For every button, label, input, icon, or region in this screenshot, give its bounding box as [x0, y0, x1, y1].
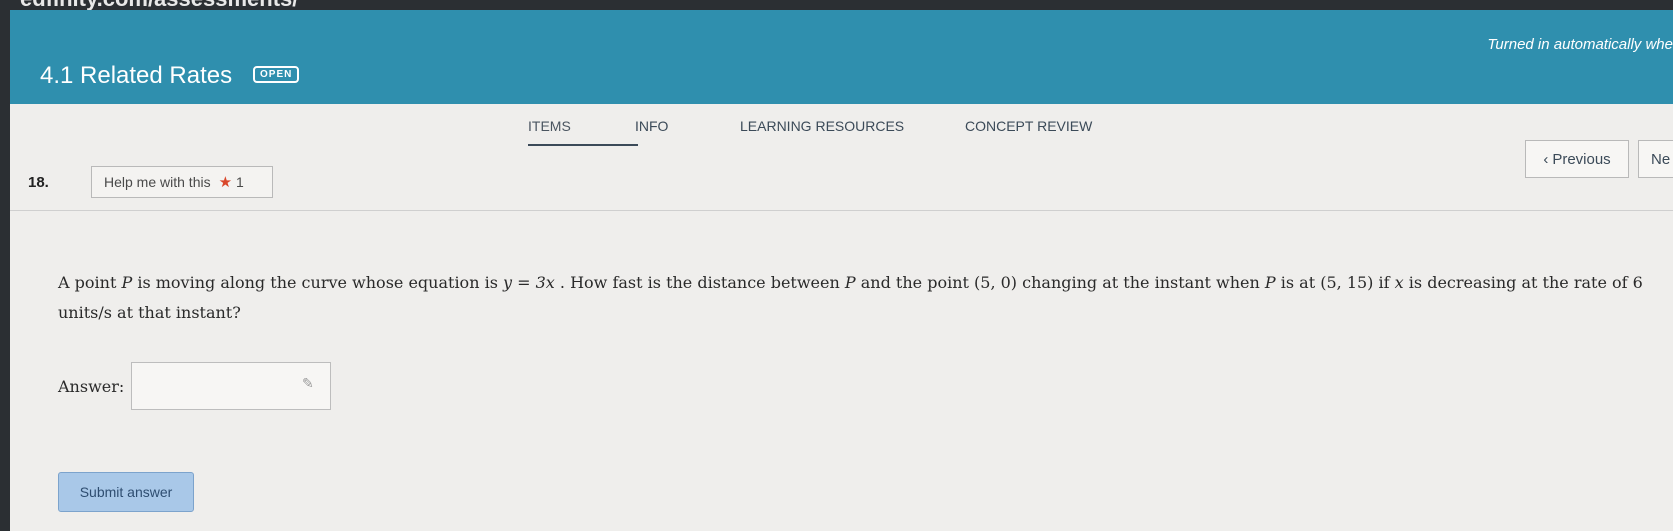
item-number: 18. [28, 174, 49, 191]
math-number: 6 [1632, 273, 1643, 292]
help-button-label: Help me with this [104, 174, 211, 190]
chevron-left-icon: ‹ [1543, 150, 1549, 168]
answer-input[interactable] [131, 362, 331, 410]
pencil-icon[interactable]: ✎ [302, 376, 1651, 392]
previous-label: Previous [1552, 150, 1611, 168]
math-var: P [844, 273, 856, 292]
tab-learning-resources[interactable]: LEARNING RESOURCES [740, 118, 904, 134]
page: 4.1 Related Rates OPEN Turned in automat… [10, 10, 1673, 531]
question-segment: A point [58, 273, 117, 292]
active-tab-indicator [528, 144, 638, 146]
status-badge: OPEN [253, 66, 300, 83]
math-point: (5, 15) [1320, 273, 1374, 292]
question-segment: units/s at that instant? [58, 303, 241, 322]
question-segment: . How fast is the distance between [559, 273, 840, 292]
math-var: P [1264, 273, 1276, 292]
question-segment: is moving along the curve whose equation… [137, 273, 498, 292]
math-var: x [1394, 273, 1404, 292]
next-label: Ne [1651, 150, 1671, 168]
browser-url-bar[interactable]: edfinity.com/assessments/ [0, 0, 1673, 10]
question-segment: is at [1280, 273, 1316, 292]
assignment-header: 4.1 Related Rates OPEN Turned in automat… [10, 10, 1673, 104]
tab-concept-review[interactable]: CONCEPT REVIEW [965, 118, 1092, 134]
previous-button[interactable]: ‹ Previous [1525, 140, 1629, 178]
tab-items[interactable]: ITEMS [528, 118, 571, 134]
tab-bar: ITEMS INFO LEARNING RESOURCES CONCEPT RE… [10, 104, 1673, 154]
math-point: (5, 0) [974, 273, 1018, 292]
assignment-title: 4.1 Related Rates [40, 62, 233, 89]
divider [10, 210, 1673, 211]
submit-answer-button[interactable]: Submit answer [58, 472, 194, 512]
browser-url-text: edfinity.com/assessments/ [20, 0, 298, 10]
question-segment: if [1378, 273, 1390, 292]
question-segment: is decreasing at the rate of [1408, 273, 1628, 292]
help-count: 1 [236, 174, 244, 190]
question-segment: changing at the instant when [1022, 273, 1260, 292]
due-note: Turned in automatically whe [1487, 36, 1673, 53]
star-icon: ★ [218, 174, 233, 191]
math-var: P [121, 273, 133, 292]
math-equation: y = 3x [503, 273, 555, 292]
question-text: A point P is moving along the curve whos… [58, 268, 1658, 328]
answer-label: Answer: [58, 377, 125, 396]
next-button[interactable]: Ne [1638, 140, 1673, 178]
tab-info[interactable]: INFO [635, 118, 668, 134]
help-me-button[interactable]: Help me with this ★ 1 [91, 166, 273, 198]
question-segment: and the point [860, 273, 969, 292]
